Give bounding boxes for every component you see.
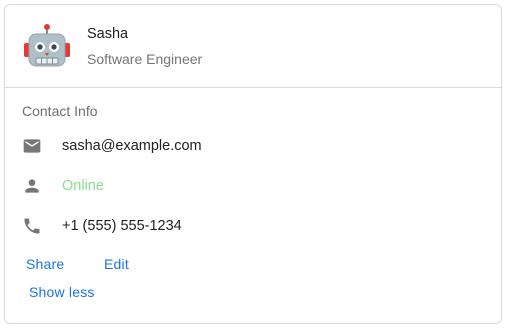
phone-number: +1 (555) 555-1234 xyxy=(62,218,182,234)
profile-card: Sasha Software Engineer Contact Info sas… xyxy=(4,4,502,324)
edit-button[interactable]: Edit xyxy=(104,256,129,272)
phone-icon xyxy=(24,218,40,234)
person-icon xyxy=(25,179,39,193)
profile-name: Sasha xyxy=(87,26,129,42)
mail-icon xyxy=(23,139,41,153)
profile-header: Sasha Software Engineer xyxy=(5,5,501,88)
share-button[interactable]: Share xyxy=(26,256,64,272)
show-less-button[interactable]: Show less xyxy=(29,284,95,300)
email-address: sasha@example.com xyxy=(62,138,202,154)
robot-avatar-icon xyxy=(24,24,70,67)
profile-title: Software Engineer xyxy=(87,51,203,67)
contact-info-heading: Contact Info xyxy=(22,103,98,119)
online-status: Online xyxy=(62,178,104,194)
